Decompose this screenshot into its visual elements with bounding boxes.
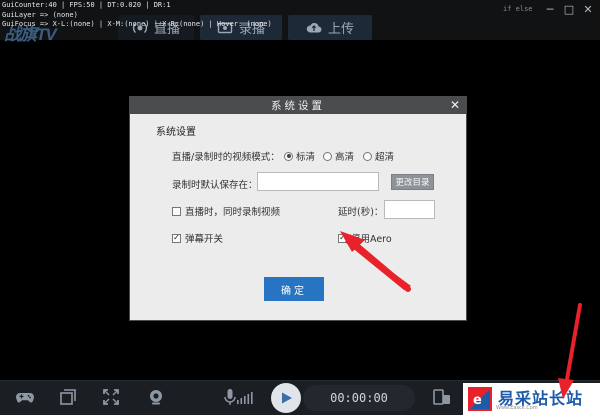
window-mode-button[interactable]	[57, 386, 79, 408]
radio-sd[interactable]: 标清	[284, 149, 315, 163]
debug-line: GuiLayer => (none)	[2, 10, 78, 19]
debug-line: GuiFocus => X-L:(none) | X-M:(none) | X-…	[2, 20, 272, 28]
radio-dot	[363, 151, 372, 161]
maximize-button[interactable]: □	[563, 3, 575, 16]
delay-input[interactable]	[384, 200, 435, 219]
status-text: if else	[503, 5, 533, 13]
confirm-button[interactable]: 确定	[264, 277, 324, 301]
radio-hd[interactable]: 高清	[323, 149, 354, 163]
watermark-logo-icon: e	[468, 387, 492, 411]
tab-upload[interactable]: 上传	[288, 15, 372, 40]
svg-text:e: e	[473, 393, 482, 408]
fullscreen-button[interactable]	[100, 386, 122, 408]
gamepad-button[interactable]	[14, 386, 36, 408]
volume-level[interactable]	[236, 386, 264, 408]
save-path-input[interactable]	[257, 172, 379, 191]
window-icon	[60, 389, 76, 405]
danmaku-label: 弹幕开关	[185, 234, 224, 245]
radio-uhd-label: 超清	[375, 152, 395, 163]
disable-aero-checkbox[interactable]: ✓ 停用Aero	[338, 231, 392, 245]
section-title: 系统设置	[156, 127, 196, 138]
settings-dialog: 系统设置 ✕ 系统设置 直播/录制时的视频模式： 标清 高清 超清 录制时默认保…	[129, 96, 467, 321]
webcam-icon	[150, 390, 162, 405]
checkmark-icon: ✓	[338, 233, 347, 243]
watermark-logo: e	[466, 385, 494, 413]
radio-dot	[284, 151, 293, 161]
webcam-button[interactable]	[145, 386, 167, 408]
play-button[interactable]	[271, 383, 301, 413]
watermark: e 易采站长站 Www.Easck.Com	[463, 383, 600, 415]
checkmark-icon: ✓	[172, 233, 181, 243]
dialog-titlebar: 系统设置 ✕	[130, 97, 466, 114]
gamepad-icon	[16, 393, 34, 403]
debug-line: GuiCounter:40 | FPS:50 | DT:0.020 | DR:1	[2, 1, 171, 9]
delay-label: 延时(秒)：	[338, 207, 384, 218]
radio-dot	[323, 151, 332, 161]
debug-overlay: GuiCounter:40 | FPS:50 | DT:0.020 | DR:1…	[2, 1, 272, 30]
disable-aero-label: 停用Aero	[351, 234, 392, 245]
radio-sd-label: 标清	[296, 152, 316, 163]
danmaku-checkbox[interactable]: ✓ 弹幕开关	[172, 231, 223, 245]
close-window-button[interactable]: ✕	[582, 3, 594, 16]
checkbox-box	[172, 206, 181, 216]
volume-bars-icon	[237, 392, 253, 404]
time-display: 00:00:00	[303, 385, 415, 411]
radio-uhd[interactable]: 超清	[363, 149, 394, 163]
cloud-upload-icon	[306, 22, 322, 32]
tab-upload-label: 上传	[327, 22, 354, 37]
save-path-label: 录制时默认保存在：	[172, 180, 258, 191]
dialog-close-icon[interactable]: ✕	[449, 99, 461, 111]
screen-switch-icon	[433, 389, 450, 405]
play-icon	[282, 392, 292, 404]
app-window: GuiCounter:40 | FPS:50 | DT:0.020 | DR:1…	[0, 0, 600, 415]
watermark-url: Www.Easck.Com	[496, 405, 538, 411]
record-while-live-label: 直播时，同时录制视频	[185, 207, 281, 218]
dialog-title: 系统设置	[271, 100, 325, 112]
minimize-button[interactable]: ─	[544, 3, 556, 16]
record-while-live-checkbox[interactable]: 直播时，同时录制视频	[172, 204, 280, 218]
change-dir-button[interactable]: 更改目录	[391, 174, 434, 190]
video-mode-label: 直播/录制时的视频模式：	[172, 152, 280, 163]
radio-hd-label: 高清	[335, 152, 355, 163]
screen-switch-button[interactable]	[431, 386, 453, 408]
fullscreen-icon	[103, 389, 119, 405]
